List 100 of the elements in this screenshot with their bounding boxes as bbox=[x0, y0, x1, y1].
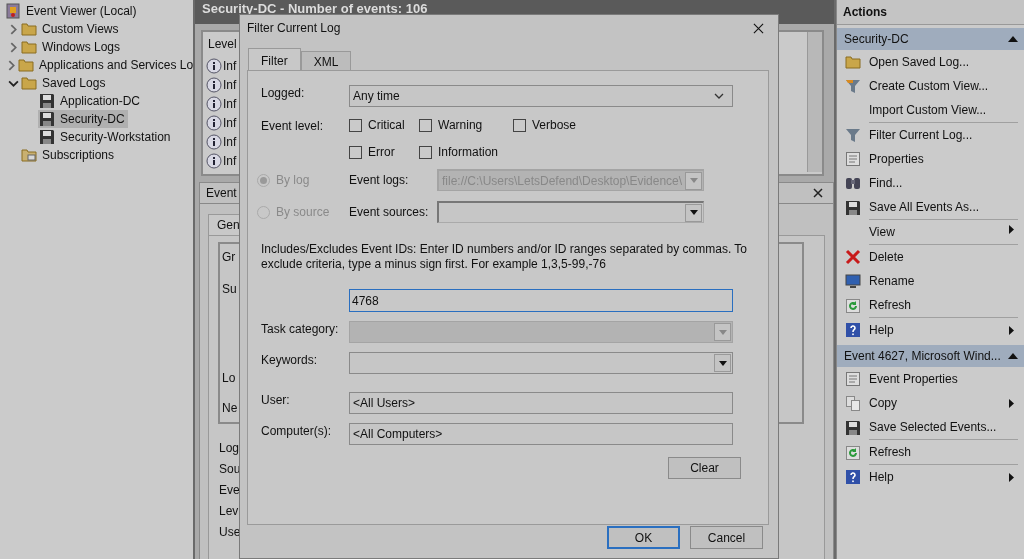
action-item[interactable]: Event Properties bbox=[837, 367, 1024, 391]
action-item[interactable]: Help bbox=[837, 318, 1024, 342]
close-icon[interactable] bbox=[813, 188, 823, 198]
tree-item[interactable]: Application-DC bbox=[38, 92, 144, 110]
folder-icon bbox=[21, 75, 37, 91]
checkbox[interactable] bbox=[419, 145, 432, 159]
caret-icon bbox=[718, 329, 727, 335]
level-checkbox[interactable]: Information bbox=[419, 145, 513, 159]
action-item[interactable]: Save All Events As... bbox=[837, 195, 1024, 220]
field-label: Task category: bbox=[261, 321, 340, 336]
properties-icon bbox=[845, 371, 861, 387]
field-label: User: bbox=[261, 392, 291, 407]
field-label: Use bbox=[219, 524, 241, 541]
delete-icon bbox=[845, 249, 861, 265]
column-header[interactable]: Level bbox=[208, 37, 237, 51]
action-item[interactable]: Refresh bbox=[837, 440, 1024, 465]
collapse-icon[interactable] bbox=[1008, 36, 1018, 42]
help-icon bbox=[845, 469, 861, 485]
info-icon bbox=[206, 152, 222, 169]
info-icon bbox=[206, 76, 222, 93]
pane-title: Actions bbox=[843, 5, 887, 19]
clear-button[interactable]: Clear bbox=[668, 457, 741, 479]
action-item[interactable]: Properties bbox=[837, 147, 1024, 171]
scrollbar[interactable] bbox=[807, 32, 822, 172]
action-item[interactable]: Refresh bbox=[837, 293, 1024, 318]
field-label: Event sources: bbox=[349, 205, 430, 219]
level-cell: Inf bbox=[223, 58, 237, 73]
action-item[interactable]: Help bbox=[837, 465, 1024, 489]
field-label: Computer(s): bbox=[261, 423, 332, 438]
tree-item[interactable]: Windows Logs bbox=[20, 38, 124, 56]
refresh-icon bbox=[845, 445, 861, 461]
level-checkbox[interactable]: Error bbox=[349, 145, 419, 159]
field-label: Event level: bbox=[261, 118, 325, 133]
action-item[interactable]: Delete bbox=[837, 245, 1024, 269]
folder-icon bbox=[21, 147, 37, 163]
dialog-button[interactable]: Cancel bbox=[690, 526, 763, 549]
level-checkbox[interactable]: Verbose bbox=[513, 118, 577, 132]
properties-icon bbox=[845, 151, 861, 167]
event-id-field[interactable]: 4768 bbox=[349, 289, 733, 312]
level-checkbox[interactable]: Critical bbox=[349, 118, 419, 132]
panel-title: Event bbox=[206, 186, 237, 200]
field-label: Log bbox=[219, 440, 240, 457]
checkbox[interactable] bbox=[513, 118, 526, 132]
action-item[interactable]: Open Saved Log... bbox=[837, 50, 1024, 74]
tree-item[interactable]: Saved Logs bbox=[20, 74, 109, 92]
level-cell: Inf bbox=[223, 96, 237, 111]
copy-icon bbox=[845, 395, 861, 411]
caret-icon bbox=[689, 210, 698, 215]
tree-item[interactable]: Custom Views bbox=[20, 20, 122, 38]
level-checkbox[interactable]: Warning bbox=[419, 118, 513, 132]
checkbox[interactable] bbox=[349, 118, 362, 132]
tree-item[interactable]: Security-DC bbox=[38, 110, 128, 128]
event-log-icon bbox=[5, 3, 21, 19]
level-cell: Inf bbox=[223, 134, 237, 149]
level-cell: Inf bbox=[223, 77, 237, 92]
folder-icon bbox=[845, 54, 861, 70]
dialog-button[interactable]: OK bbox=[607, 526, 680, 549]
section-header[interactable]: Security-DC bbox=[837, 28, 1024, 50]
folder-icon bbox=[21, 39, 37, 55]
collapse-icon[interactable] bbox=[1008, 353, 1018, 359]
action-item[interactable]: Import Custom View... bbox=[837, 98, 1024, 123]
tab[interactable]: XML bbox=[300, 51, 352, 70]
info-icon bbox=[206, 95, 222, 112]
detail-text: Lo bbox=[222, 371, 236, 385]
binoculars-icon bbox=[845, 175, 861, 191]
checkbox[interactable] bbox=[419, 118, 432, 132]
caret-icon bbox=[718, 360, 727, 366]
checkbox[interactable] bbox=[349, 145, 362, 159]
action-item[interactable]: Rename bbox=[837, 269, 1024, 293]
dropdown-button[interactable] bbox=[714, 354, 731, 372]
tree-item[interactable]: Event Viewer (Local) bbox=[4, 2, 140, 20]
expand-chevron-icon[interactable] bbox=[6, 59, 17, 71]
field-label: Lev bbox=[219, 503, 239, 520]
field-label: Logged: bbox=[261, 85, 306, 100]
text-field[interactable]: <All Users> bbox=[349, 392, 733, 414]
section-header[interactable]: Event 4627, Microsoft Wind... bbox=[837, 345, 1024, 367]
action-item[interactable]: View bbox=[837, 220, 1024, 245]
info-icon bbox=[206, 133, 222, 150]
tab[interactable]: Filter bbox=[248, 48, 301, 70]
info-icon bbox=[206, 57, 222, 74]
help-icon bbox=[845, 322, 861, 338]
action-item[interactable]: Copy bbox=[837, 391, 1024, 415]
action-item[interactable]: Create Custom View... bbox=[837, 74, 1024, 98]
tree-item[interactable]: Subscriptions bbox=[20, 146, 118, 164]
tree-item[interactable]: Applications and Services Lo bbox=[17, 56, 197, 74]
action-item[interactable]: Filter Current Log... bbox=[837, 123, 1024, 147]
folder-icon bbox=[21, 21, 37, 37]
field-label: Eve bbox=[219, 482, 240, 499]
text-field[interactable]: <All Computers> bbox=[349, 423, 733, 445]
action-item[interactable]: Find... bbox=[837, 171, 1024, 195]
action-item[interactable]: Save Selected Events... bbox=[837, 415, 1024, 440]
instruction-text: Includes/Excludes Event IDs: Enter ID numbers and/or ID ranges separated by commas. To exclude criteria, type a minus sign first. For example 1,3,5-99,-76 bbox=[261, 242, 748, 272]
tree-item[interactable]: Security-Workstation bbox=[38, 128, 174, 146]
detail-text: Ne bbox=[222, 401, 238, 415]
detail-text: Su bbox=[222, 282, 237, 296]
logged-dropdown[interactable]: Any time bbox=[349, 85, 733, 107]
funnel-icon bbox=[845, 127, 861, 143]
funnel-icon bbox=[845, 78, 861, 94]
close-icon[interactable] bbox=[753, 22, 764, 34]
dropdown-button[interactable] bbox=[685, 203, 702, 222]
